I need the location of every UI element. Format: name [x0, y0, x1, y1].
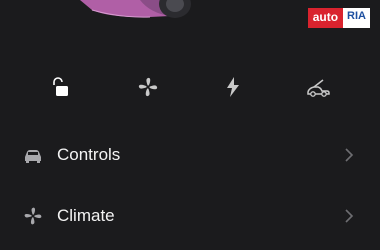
chevron-right-icon [345, 209, 354, 223]
lightning-icon [227, 77, 239, 97]
menu-item-controls[interactable]: Controls [0, 135, 380, 175]
unlock-icon [53, 77, 68, 96]
watermark-logo: auto RIA [307, 8, 370, 28]
chevron-right-icon [345, 148, 354, 162]
car-icon [25, 150, 41, 163]
watermark-text-left: auto [307, 8, 344, 28]
quick-controls-row [0, 66, 380, 106]
menu-item-label: Climate [57, 206, 115, 225]
fan-icon [24, 207, 42, 225]
menu-item-label: Controls [57, 145, 121, 164]
climate-quick-button[interactable] [133, 72, 163, 102]
watermark-text-right: RIA [343, 8, 370, 28]
fan-icon [138, 77, 158, 97]
menu-item-climate[interactable]: Climate [0, 196, 380, 236]
frunk-icon [307, 79, 330, 97]
lock-toggle-button[interactable] [45, 72, 75, 102]
frunk-button[interactable] [303, 72, 333, 102]
charge-port-button[interactable] [218, 72, 248, 102]
